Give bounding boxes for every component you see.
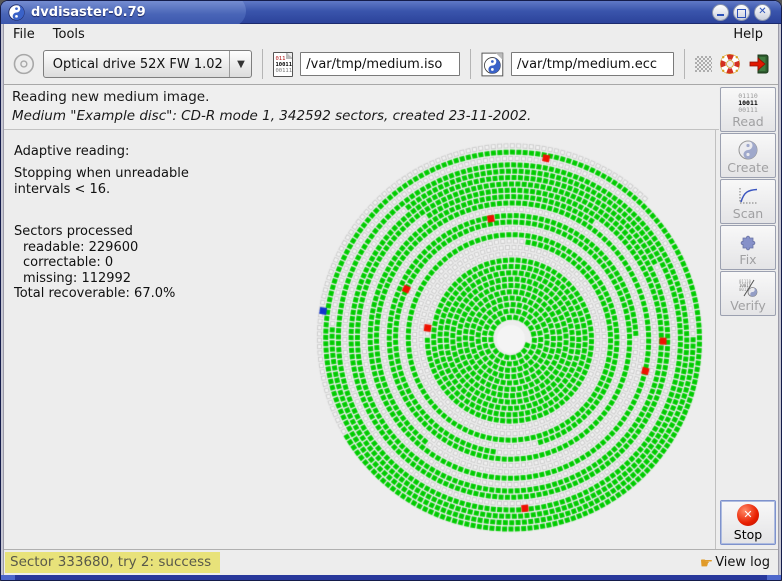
- stat-readable: readable: 229600: [14, 240, 189, 256]
- preferences-button-disabled: [695, 56, 712, 72]
- resize-grip-right[interactable]: [767, 575, 781, 580]
- statusbar: Sector 333680, try 2: success ☛ View log: [4, 549, 778, 575]
- image-file-icon: 011 10011 00111: [273, 52, 293, 77]
- strategy-line: Stopping when unreadable: [14, 166, 189, 182]
- exit-door-icon: [748, 53, 770, 75]
- sectors-processed-title: Sectors processed: [14, 224, 189, 240]
- menu-help[interactable]: Help: [724, 26, 772, 43]
- drive-icon: [12, 52, 36, 76]
- image-file-input[interactable]: [300, 52, 460, 76]
- verify-button-label: Verify: [730, 298, 765, 313]
- app-logo-yinyang-icon: [8, 4, 25, 21]
- action-sidebar: 01110 10011 00111 Read Create Scan: [719, 85, 778, 549]
- toolbar-separator: [684, 49, 685, 79]
- fix-button-label: Fix: [739, 252, 756, 267]
- window-border-right: [778, 24, 781, 575]
- sector-status-message: Sector 333680, try 2: success: [5, 552, 220, 573]
- sidebar-divider: [715, 130, 716, 549]
- quit-button[interactable]: [748, 53, 770, 75]
- menu-file[interactable]: File: [4, 26, 44, 43]
- disc-spiral-canvas: [301, 131, 719, 549]
- medium-info-line: Medium "Example disc": CD-R mode 1, 3425…: [12, 108, 719, 124]
- view-log-button[interactable]: ☛ View log: [700, 555, 778, 570]
- ecc-file-input[interactable]: [511, 52, 674, 76]
- preferences-icon: [695, 56, 712, 72]
- lifesaver-help-icon: [719, 53, 741, 75]
- verify-button[interactable]: 011101001100111 Verify: [720, 271, 776, 316]
- binary-digits-icon: 01110 10011 00111: [738, 93, 758, 114]
- scan-button-label: Scan: [733, 206, 763, 221]
- stop-button[interactable]: ✕ Stop: [720, 500, 776, 545]
- maximize-button[interactable]: [733, 4, 750, 21]
- reading-mode-title: Adaptive reading:: [14, 144, 189, 159]
- window-border-bottom: [1, 575, 781, 580]
- main-area: Adaptive reading: Stopping when unreadab…: [4, 130, 778, 549]
- drive-selector-value: Optical drive 52X FW 1.02: [44, 57, 230, 72]
- status-header: Reading new medium image. Medium "Exampl…: [4, 85, 719, 130]
- stop-button-label: Stop: [734, 527, 762, 542]
- create-button-label: Create: [727, 160, 769, 175]
- reading-stats-panel: Adaptive reading: Stopping when unreadab…: [14, 144, 189, 302]
- read-button-label: Read: [732, 114, 763, 129]
- ecc-file-icon: [481, 52, 504, 77]
- app-window: dvdisaster-0.79 ✕ File Tools Help Optica…: [0, 0, 782, 581]
- curve-chart-icon: [737, 186, 759, 206]
- fix-button[interactable]: Fix: [720, 225, 776, 270]
- stat-correctable: correctable: 0: [14, 255, 189, 271]
- minimize-button[interactable]: [712, 4, 729, 21]
- yin-yang-icon: [738, 140, 758, 160]
- window-title: dvdisaster-0.79: [31, 5, 146, 20]
- titlebar[interactable]: dvdisaster-0.79 ✕: [1, 1, 781, 24]
- read-button[interactable]: 01110 10011 00111 Read: [720, 87, 776, 132]
- drive-selector-dropdown[interactable]: Optical drive 52X FW 1.02 ▼: [43, 50, 253, 78]
- puzzle-icon: [738, 232, 758, 252]
- view-log-label: View log: [715, 555, 770, 570]
- stat-missing: missing: 112992: [14, 271, 189, 287]
- menubar: File Tools Help: [4, 24, 778, 44]
- toolbar-separator: [470, 49, 471, 79]
- operation-status-line: Reading new medium image.: [12, 89, 719, 105]
- pointing-hand-icon: ☛: [700, 556, 713, 570]
- close-button[interactable]: ✕: [754, 4, 771, 21]
- help-button[interactable]: [719, 53, 741, 75]
- strategy-line: intervals < 16.: [14, 182, 189, 198]
- resize-grip-left[interactable]: [1, 575, 15, 580]
- toolbar-separator: [262, 49, 263, 79]
- compare-icon: 011101001100111: [737, 278, 759, 298]
- menu-tools[interactable]: Tools: [44, 26, 94, 43]
- toolbar: Optical drive 52X FW 1.02 ▼ 011 10011 00…: [4, 44, 778, 85]
- chevron-down-icon: ▼: [229, 51, 251, 77]
- stop-icon: ✕: [737, 504, 759, 526]
- stat-total-recoverable: Total recoverable: 67.0%: [14, 286, 189, 302]
- create-button[interactable]: Create: [720, 133, 776, 178]
- scan-button[interactable]: Scan: [720, 179, 776, 224]
